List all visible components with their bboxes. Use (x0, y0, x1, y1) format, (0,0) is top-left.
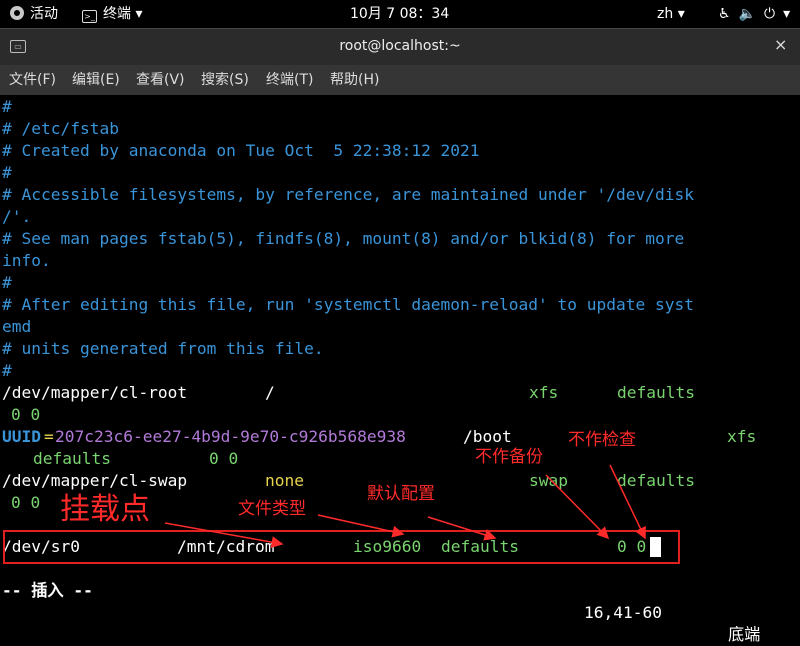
menu-search[interactable]: 搜索(S) (201, 65, 249, 95)
annotation-no-check: 不作检查 (568, 430, 636, 450)
volume-icon: 🔈 (738, 6, 756, 22)
fstab-comment-line: # See man pages fstab(5), findfs(8), mou… (2, 229, 685, 248)
highlight-box (3, 530, 680, 564)
top-bar: 活动 >_ 终端 ▾ 10月 7 08：34 zh ▾ ♿ 🔈 ⏻ ▾ (0, 0, 800, 28)
dump-pass-field: 0 0 (11, 493, 41, 512)
dump-pass-field: 0 0 (11, 405, 41, 424)
equals-sign: = (44, 427, 54, 446)
annotation-mount-point: 挂载点 (60, 492, 150, 527)
accessibility-icon: ♿ (718, 6, 731, 22)
fstab-comment-line: # Accessible filesystems, by reference, … (2, 185, 694, 204)
options-field: defaults (617, 471, 695, 490)
close-button[interactable]: × (774, 35, 787, 54)
window-titlebar: ▭ root@localhost:~ × (0, 28, 800, 65)
insert-mode-indicator: -- 插入 -- (2, 581, 93, 600)
uuid-key: UUID (2, 427, 41, 446)
fstab-comment-line: emd (2, 317, 32, 336)
fstab-comment-line: /'. (2, 207, 32, 226)
language-label: zh (657, 6, 674, 22)
chevron-down-icon: ▾ (783, 6, 791, 22)
window-title: root@localhost:~ (339, 38, 461, 54)
fstab-comment-line: info. (2, 251, 51, 270)
mount-field: none (265, 471, 304, 490)
dump-pass-field: 0 0 (209, 449, 239, 468)
fstab-comment-line: # (2, 163, 12, 182)
fstab-comment-line: # /etc/fstab (2, 119, 119, 138)
options-field: defaults (33, 449, 111, 468)
cursor-position: 16,41-60 (584, 603, 662, 622)
options-field: defaults (617, 383, 695, 402)
gnome-icon (10, 6, 24, 20)
fstab-comment-line: # Created by anaconda on Tue Oct 5 22:38… (2, 141, 480, 160)
menu-help[interactable]: 帮助(H) (330, 65, 379, 95)
chevron-down-icon: ▾ (135, 6, 143, 22)
type-field: swap (529, 471, 568, 490)
device-field: /dev/mapper/cl-root (2, 383, 188, 402)
menu-view[interactable]: 查看(V) (136, 65, 185, 95)
menu-terminal[interactable]: 终端(T) (266, 65, 313, 95)
fstab-comment-line: # (2, 97, 12, 116)
system-menu[interactable]: ♿ 🔈 ⏻ ▾ (718, 0, 798, 28)
mount-field: / (265, 383, 275, 402)
fstab-comment-line: # units generated from this file. (2, 339, 324, 358)
fstab-comment-line: # (2, 273, 12, 292)
scroll-indicator: 底端 (728, 625, 761, 644)
activities-button[interactable]: 活动 (10, 0, 58, 28)
menu-file[interactable]: 文件(F) (9, 65, 56, 95)
annotation-fs-type: 文件类型 (238, 499, 306, 519)
annotation-default-config: 默认配置 (367, 484, 435, 504)
power-icon: ⏻ (764, 6, 776, 22)
fstab-comment-line: # After editing this file, run 'systemct… (2, 295, 694, 314)
chevron-down-icon: ▾ (677, 6, 685, 22)
terminal-icon: >_ (82, 10, 97, 23)
clock[interactable]: 10月 7 08：34 (350, 0, 449, 28)
uuid-value: 207c23c6-ee27-4b9d-9e70-c926b568e938 (55, 427, 406, 446)
fstab-comment-line: # (2, 361, 12, 380)
menu-edit[interactable]: 编辑(E) (72, 65, 120, 95)
app-menu-label: 终端 (103, 6, 131, 22)
app-menu[interactable]: >_ 终端 ▾ (82, 0, 142, 28)
scrollbar[interactable] (790, 96, 800, 600)
menu-bar: 文件(F) 编辑(E) 查看(V) 搜索(S) 终端(T) 帮助(H) (0, 65, 800, 95)
type-field: xfs (529, 383, 559, 402)
type-field: xfs (727, 427, 757, 446)
input-language[interactable]: zh ▾ (657, 0, 685, 28)
activities-label: 活动 (30, 6, 58, 22)
annotation-no-backup: 不作备份 (475, 447, 543, 467)
